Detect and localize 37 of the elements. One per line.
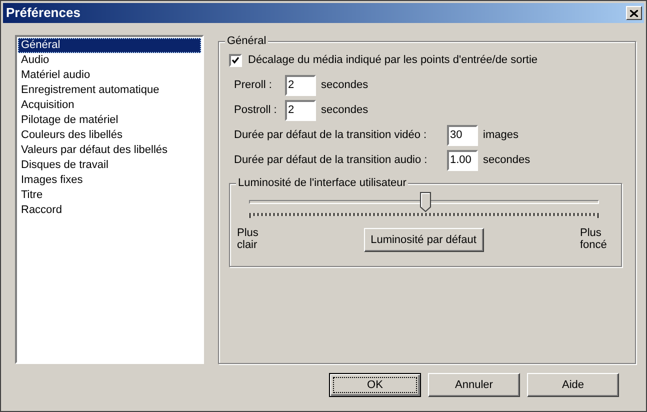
category-item[interactable]: Couleurs des libellés <box>18 128 201 143</box>
category-item[interactable]: Images fixes <box>18 173 201 188</box>
checkbox-label[interactable]: Décalage du média indiqué par les points d'entrée/de sortie <box>248 52 538 68</box>
checkbox[interactable] <box>229 54 242 66</box>
category-item[interactable]: Général <box>18 38 201 53</box>
category-item[interactable]: Enregistrement automatique <box>18 83 201 98</box>
number-field[interactable]: 2 <box>285 74 316 96</box>
reset-brightness-button[interactable]: Luminosité par défaut <box>364 228 484 252</box>
max-label: Plus foncé <box>580 227 608 251</box>
unit-label: secondes <box>483 152 530 168</box>
number-field[interactable]: 1.00 <box>447 150 478 170</box>
number-field[interactable]: 2 <box>285 100 316 120</box>
field-label: Durée par défaut de la transition audio : <box>234 152 428 168</box>
unit-label: secondes <box>321 78 368 93</box>
dialog-button[interactable]: Aide <box>527 373 619 397</box>
category-item[interactable]: Titre <box>18 188 201 203</box>
category-item[interactable]: Matériel audio <box>18 68 201 83</box>
category-item[interactable]: Raccord <box>18 203 201 218</box>
check-icon <box>232 56 239 64</box>
unit-label: secondes <box>321 102 368 118</box>
dialog-button[interactable]: Annuler <box>428 373 520 397</box>
category-item[interactable]: Pilotage de matériel <box>18 113 201 128</box>
category-item[interactable]: Acquisition <box>18 98 201 113</box>
field-label: Postroll : <box>234 102 278 118</box>
field-label: Preroll : <box>234 78 273 93</box>
dialog-button[interactable]: OK <box>329 373 421 397</box>
field-label: Durée par défaut de la transition vidéo : <box>234 128 428 143</box>
window-title: Préférences <box>6 4 80 22</box>
min-label: Plus clair <box>237 227 260 251</box>
category-item[interactable]: Audio <box>18 53 201 68</box>
number-field[interactable]: 30 <box>447 124 478 146</box>
category-item[interactable]: Valeurs par défaut des libellés <box>18 143 201 158</box>
category-item[interactable]: Disques de travail <box>18 158 201 173</box>
close-icon <box>630 10 638 16</box>
close-button[interactable] <box>626 6 642 20</box>
unit-label: images <box>483 128 518 143</box>
slider-thumb[interactable] <box>420 192 430 212</box>
